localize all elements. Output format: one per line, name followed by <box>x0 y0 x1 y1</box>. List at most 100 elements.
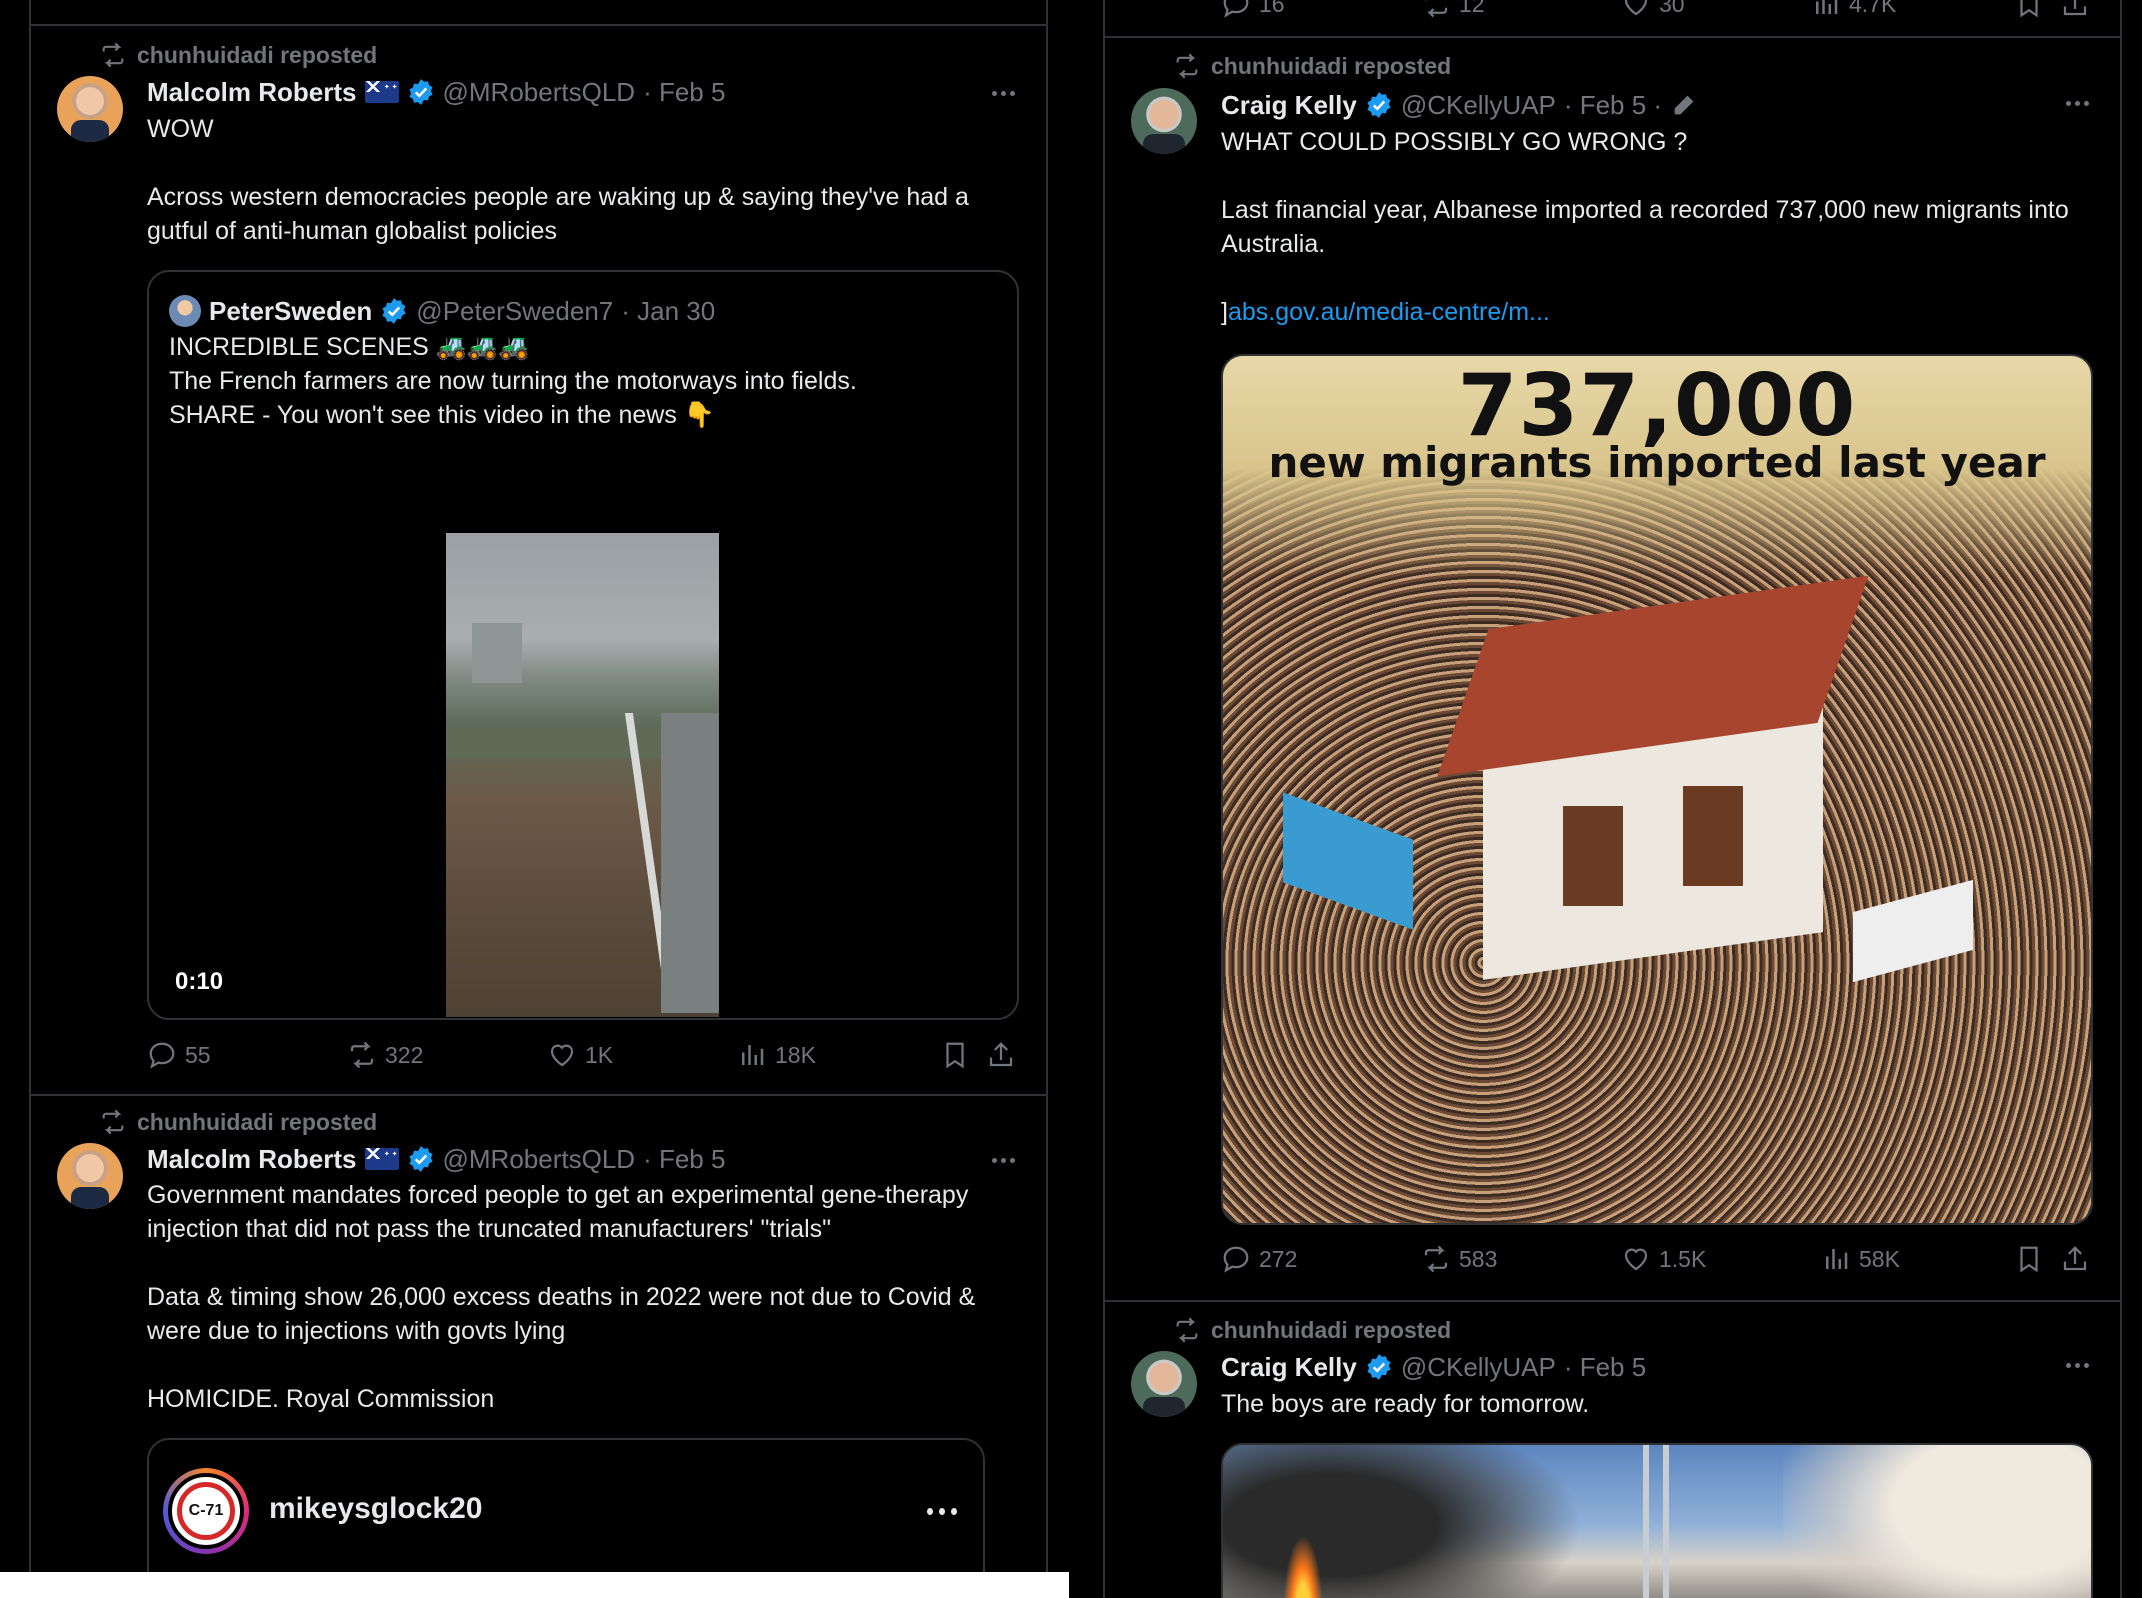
author-name[interactable]: Malcolm Roberts <box>147 1144 357 1175</box>
author-name[interactable]: Craig Kelly <box>1221 90 1357 121</box>
repost-indicator: chunhuidadi reposted <box>1173 51 1451 81</box>
avatar[interactable] <box>1131 1351 1197 1417</box>
share-button[interactable] <box>2060 0 2090 19</box>
share-button[interactable] <box>986 1040 1016 1070</box>
tweet-text-line: WOW <box>147 115 214 143</box>
video-player[interactable] <box>446 533 719 1017</box>
reply-button[interactable]: 16 <box>1221 0 1421 19</box>
reply-count: 16 <box>1259 0 1285 17</box>
repost-label: chunhuidadi reposted <box>137 41 378 68</box>
tweet-date[interactable]: · Feb 5 <box>1564 1352 1646 1383</box>
tweet-actions: 16 12 30 4.7K <box>1221 0 2090 20</box>
avatar[interactable] <box>57 1143 123 1209</box>
blue-tent <box>1283 792 1413 930</box>
repost-button[interactable]: 12 <box>1421 0 1621 19</box>
reply-button[interactable]: 55 <box>147 1040 347 1070</box>
repost-label: chunhuidadi reposted <box>1211 52 1452 79</box>
tweet-image[interactable] <box>1221 1443 2093 1598</box>
more-options-icon[interactable] <box>2062 1350 2092 1380</box>
flagpole-leg <box>1643 1445 1649 1598</box>
reply-button[interactable]: 272 <box>1221 1244 1421 1274</box>
tweet-text-line: WHAT COULD POSSIBLY GO WRONG ? <box>1221 128 1688 156</box>
verified-badge-icon <box>407 1145 435 1173</box>
tweet-header: Craig Kelly @CKellyUAP · Feb 5 · <box>1221 88 1698 122</box>
tweet-header: Malcolm Roberts @MRobertsQLD · Feb 5 <box>147 75 725 109</box>
repost-icon <box>99 1108 127 1136</box>
more-options-icon[interactable] <box>927 1496 957 1526</box>
link-prefix: ] <box>1221 298 1228 326</box>
tweet-text-gap <box>1221 159 2090 193</box>
views-button[interactable]: 4.7K <box>1811 0 2011 19</box>
author-name[interactable]: Malcolm Roberts <box>147 77 357 108</box>
verified-badge-icon <box>1365 1353 1393 1381</box>
author-handle[interactable]: @CKellyUAP <box>1401 1352 1556 1383</box>
share-button[interactable] <box>2060 1244 2090 1274</box>
quoted-tweet-text: INCREDIBLE SCENES 🚜🚜🚜 The French farmers… <box>169 330 997 432</box>
tweet-malcolm-mandates[interactable]: chunhuidadi reposted Malcolm Roberts @MR… <box>31 1096 1046 1598</box>
tweet-text-line: Across western democracies people are wa… <box>147 183 969 245</box>
tweet-text-line: The boys are ready for tomorrow. <box>1221 1390 1590 1418</box>
tweet-date[interactable]: · Feb 5 <box>643 1144 725 1175</box>
quoted-tweet[interactable]: PeterSweden @PeterSweden7 · Jan 30 INCRE… <box>147 270 1019 1020</box>
repost-icon <box>1173 1316 1201 1344</box>
author-handle[interactable]: @CKellyUAP <box>1401 90 1556 121</box>
author-name[interactable]: Craig Kelly <box>1221 1352 1357 1383</box>
bookmark-button[interactable] <box>2014 0 2044 19</box>
reply-icon <box>1221 1244 1251 1274</box>
view-count: 4.7K <box>1849 0 1897 17</box>
repost-icon <box>1173 52 1201 80</box>
quoted-text-line: The French farmers are now turning the m… <box>169 367 857 395</box>
pencil-icon <box>1670 91 1698 119</box>
embed-username: mikeysglock20 <box>269 1492 483 1525</box>
retweet-icon <box>1421 0 1451 19</box>
repost-count: 322 <box>385 1041 424 1068</box>
views-button[interactable]: 58K <box>1821 1244 2011 1274</box>
tweet-date[interactable]: · Feb 5 · <box>1564 90 1662 121</box>
more-options-icon[interactable] <box>2062 88 2092 118</box>
tweet-header: Malcolm Roberts @MRobertsQLD · Feb 5 <box>147 1142 725 1176</box>
repost-button[interactable]: 322 <box>347 1040 547 1070</box>
bookmark-button[interactable] <box>2014 1244 2044 1274</box>
views-button[interactable]: 18K <box>737 1040 937 1070</box>
bookmark-button[interactable] <box>940 1040 970 1070</box>
tweet-text-gap <box>147 1348 1016 1382</box>
more-options-icon[interactable] <box>988 1145 1018 1175</box>
retweet-icon <box>1421 1244 1451 1274</box>
tweet-link-line: ]abs.gov.au/media-centre/m... <box>1221 295 2090 329</box>
repost-indicator: chunhuidadi reposted <box>99 1107 377 1137</box>
author-handle[interactable]: @MRobertsQLD <box>443 1144 636 1175</box>
avatar[interactable] <box>1131 88 1197 154</box>
bookmark-icon <box>2014 0 2044 19</box>
tweet-text-gap <box>147 1246 1016 1280</box>
timeline-column-right: 16 12 30 4.7K chunhuidadi reposted Craig… <box>1103 0 2122 1598</box>
tweet-text-gap <box>1221 261 2090 295</box>
bar-chart-icon <box>737 1040 767 1070</box>
like-button[interactable]: 30 <box>1621 0 1811 19</box>
timeline-column-left: chunhuidadi reposted Malcolm Roberts @MR… <box>29 0 1048 1598</box>
heart-icon <box>1621 0 1651 19</box>
like-button[interactable]: 1K <box>547 1040 737 1070</box>
cloud <box>1783 1445 2091 1598</box>
tweet-image[interactable]: 737,000 new migrants imported last year <box>1221 354 2093 1225</box>
tweet-text: WOW Across western democracies people ar… <box>147 112 1016 248</box>
no-c71-icon: C-71 <box>177 1482 235 1540</box>
tweet-craig-boys-ready[interactable]: chunhuidadi reposted Craig Kelly @CKelly… <box>1105 1302 2120 1598</box>
repost-icon <box>99 41 127 69</box>
tweet-link[interactable]: abs.gov.au/media-centre/m... <box>1228 298 1550 326</box>
tweet-craig-737000[interactable]: chunhuidadi reposted Craig Kelly @CKelly… <box>1105 38 2120 1302</box>
repost-count: 12 <box>1459 0 1485 17</box>
view-count: 18K <box>775 1041 816 1068</box>
like-button[interactable]: 1.5K <box>1621 1244 1821 1274</box>
like-count: 1K <box>585 1041 614 1068</box>
tweet-malcolm-wow[interactable]: chunhuidadi reposted Malcolm Roberts @MR… <box>31 26 1046 1096</box>
avatar[interactable] <box>57 76 123 142</box>
share-icon <box>2060 0 2090 19</box>
tweet-text-gap <box>147 146 1016 180</box>
road-shape <box>661 713 719 1013</box>
author-handle[interactable]: @MRobertsQLD <box>443 77 636 108</box>
quoted-text-line: SHARE - You won't see this video in the … <box>169 401 715 429</box>
tweet-date[interactable]: · Feb 5 <box>643 77 725 108</box>
repost-button[interactable]: 583 <box>1421 1244 1621 1274</box>
smoke-cloud <box>1223 1445 1583 1598</box>
more-options-icon[interactable] <box>988 78 1018 108</box>
